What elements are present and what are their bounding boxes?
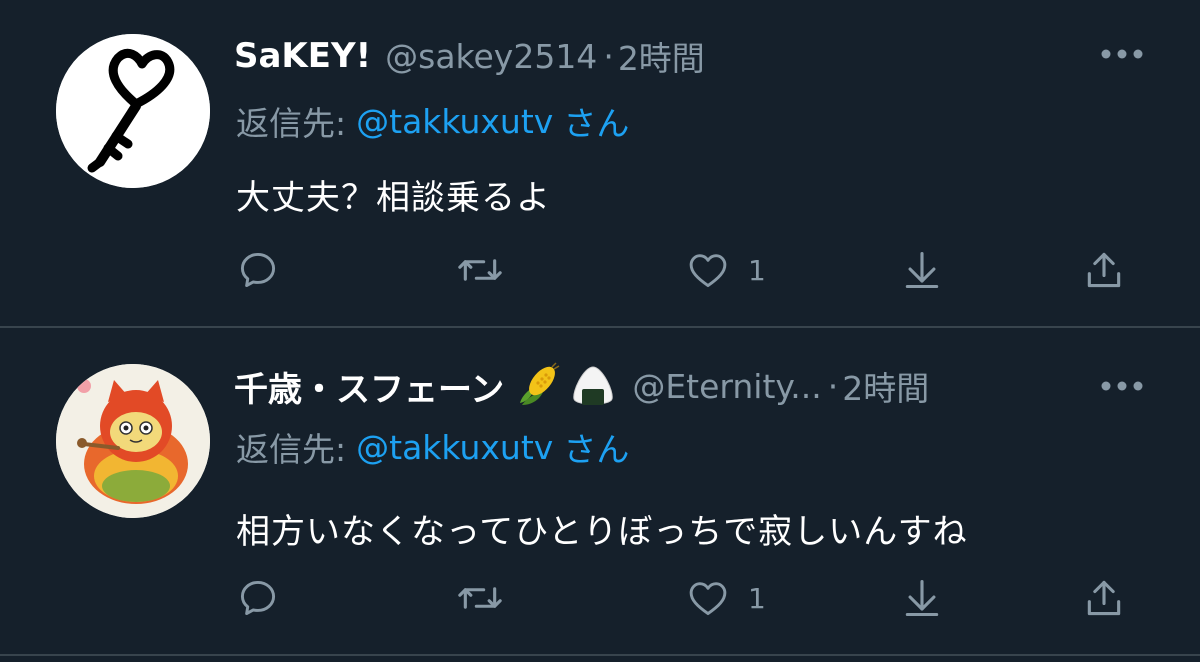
retweet-icon <box>458 259 502 281</box>
like-count: 1 <box>748 253 766 287</box>
reply-bubble-icon <box>240 580 276 616</box>
replying-to: 返信先: @takkuxutv さん <box>236 98 629 144</box>
display-name[interactable]: 千歳・スフェーン <box>234 362 504 411</box>
cat-daruma-avatar-image <box>56 364 210 518</box>
more-options-button[interactable] <box>1092 366 1152 406</box>
download-button[interactable] <box>900 568 944 628</box>
download-icon <box>905 251 939 289</box>
onigiri-emoji <box>573 366 613 405</box>
replying-to-label: 返信先: <box>236 104 347 143</box>
name-emojis <box>512 361 618 411</box>
user-handle[interactable]: @Eternity... <box>632 367 821 406</box>
tweet-text: 大丈夫？相談乗るよ <box>236 178 551 218</box>
timestamp[interactable]: 2時間 <box>618 32 705 80</box>
replying-to-mention[interactable]: @takkuxutv <box>356 428 553 467</box>
heart-icon <box>689 582 727 616</box>
share-button[interactable] <box>1082 568 1126 628</box>
more-horizontal-icon <box>1101 381 1143 391</box>
separator-dot: · <box>827 366 839 406</box>
more-options-button[interactable] <box>1092 34 1152 74</box>
download-button[interactable] <box>900 240 944 300</box>
like-button[interactable]: 1 <box>686 568 766 628</box>
timestamp[interactable]: 2時間 <box>842 362 929 410</box>
tweet[interactable]: 千歳・スフェーン @Eternity... · 2時間 返信先: @takkux… <box>0 328 1200 654</box>
user-handle[interactable]: @sakey2514 <box>385 37 597 76</box>
avatar[interactable] <box>56 364 210 518</box>
download-icon <box>905 579 939 617</box>
reply-button[interactable] <box>236 240 280 300</box>
tweet-text: 相方いなくなってひとりぼっちで寂しいんすね <box>236 512 968 552</box>
retweet-button[interactable] <box>456 240 504 300</box>
retweet-button[interactable] <box>456 568 504 628</box>
replying-to-mention[interactable]: @takkuxutv <box>356 102 553 141</box>
tweet-actions: 1 <box>236 240 1126 300</box>
share-icon <box>1087 252 1121 288</box>
separator-dot: · <box>603 36 614 76</box>
heart-icon <box>689 254 727 288</box>
share-icon <box>1087 580 1121 616</box>
avatar[interactable] <box>56 34 210 188</box>
share-button[interactable] <box>1082 240 1126 300</box>
divider <box>0 654 1200 656</box>
display-name[interactable]: SaKEY! <box>234 36 371 76</box>
key-heart-avatar-image <box>56 34 210 188</box>
more-horizontal-icon <box>1101 49 1143 59</box>
retweet-icon <box>458 587 502 609</box>
reply-button[interactable] <box>236 568 280 628</box>
replying-to-label: 返信先: <box>236 430 347 469</box>
tweet-header: SaKEY! @sakey2514 · 2時間 <box>234 32 1080 80</box>
like-count: 1 <box>748 581 766 615</box>
like-button[interactable]: 1 <box>686 240 766 300</box>
reply-feed: SaKEY! @sakey2514 · 2時間 返信先: @takkuxutv … <box>0 0 1200 662</box>
replying-to: 返信先: @takkuxutv さん <box>236 424 629 470</box>
replying-to-suffix: さん <box>563 430 630 469</box>
reply-bubble-icon <box>240 252 276 288</box>
tweet[interactable]: SaKEY! @sakey2514 · 2時間 返信先: @takkuxutv … <box>0 0 1200 326</box>
corn-emoji <box>520 362 560 405</box>
tweet-header: 千歳・スフェーン @Eternity... · 2時間 <box>234 362 1080 410</box>
tweet-actions: 1 <box>236 568 1126 628</box>
replying-to-suffix: さん <box>563 104 630 143</box>
